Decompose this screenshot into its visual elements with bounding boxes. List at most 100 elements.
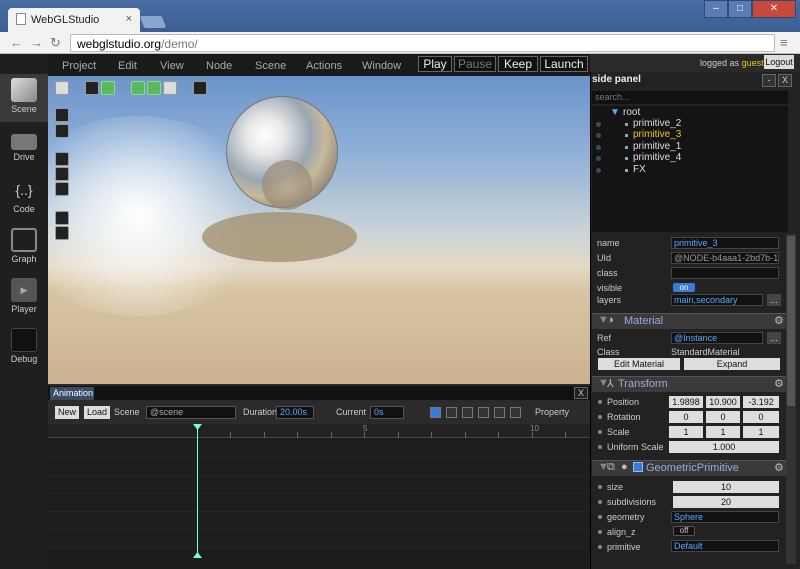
fullscreen-icon[interactable] xyxy=(193,81,207,95)
wrench-icon[interactable] xyxy=(55,211,69,225)
visibility-dot[interactable] xyxy=(596,133,601,138)
visibility-dot[interactable] xyxy=(596,122,601,127)
timeline-track[interactable] xyxy=(48,458,590,476)
name-field[interactable]: primitive_3 xyxy=(671,237,779,249)
size-field[interactable]: 10 xyxy=(673,481,779,493)
new-tab-button[interactable] xyxy=(139,16,167,28)
rotate-icon[interactable] xyxy=(55,167,69,181)
scale-z-field[interactable]: 1 xyxy=(743,426,779,438)
menu-node[interactable]: Node xyxy=(206,60,232,72)
scale-icon[interactable] xyxy=(55,182,69,196)
menu-project[interactable]: Project xyxy=(62,60,96,72)
uid-field[interactable]: @NODE-b4aaa1-2bd7b-1a xyxy=(671,252,779,264)
debug-tab[interactable]: Debug xyxy=(0,324,48,372)
uniform-scale-field[interactable]: 1.000 xyxy=(669,441,779,453)
transform-icon[interactable] xyxy=(55,124,69,138)
timeline-cursor[interactable] xyxy=(197,424,198,558)
menu-icon[interactable]: ≡ xyxy=(780,35,788,50)
frame-tool-icon[interactable] xyxy=(131,81,145,95)
copy-icon[interactable]: ⧉ xyxy=(607,461,615,474)
menu-edit[interactable]: Edit xyxy=(118,60,137,72)
gear-icon[interactable]: ⚙ xyxy=(774,461,784,474)
edit-material-button[interactable]: Edit Material xyxy=(598,358,680,370)
timeline-track[interactable] xyxy=(48,494,590,512)
tree-node-primitive-3[interactable]: primitive_3 xyxy=(633,129,681,140)
layers-field[interactable]: main,secondary xyxy=(671,294,763,306)
menu-actions[interactable]: Actions xyxy=(306,60,342,72)
timeline-track[interactable] xyxy=(48,476,590,494)
close-tab-icon[interactable]: × xyxy=(126,13,132,25)
camera-icon[interactable] xyxy=(55,108,69,122)
menu-window[interactable]: Window xyxy=(362,60,401,72)
forward-icon[interactable] xyxy=(510,407,521,418)
menu-view[interactable]: View xyxy=(160,60,184,72)
rotation-y-field[interactable]: 0 xyxy=(706,411,740,423)
scene-viewport[interactable] xyxy=(48,76,590,384)
visibility-dot[interactable] xyxy=(596,145,601,150)
address-bar[interactable]: webglstudio.org/demo/ xyxy=(70,34,775,52)
inspector-scrollbar-thumb[interactable] xyxy=(787,236,795,406)
zoom-in-icon[interactable] xyxy=(462,407,473,418)
play-anim-icon[interactable] xyxy=(446,407,457,418)
tree-node-primitive-4[interactable]: primitive_4 xyxy=(633,152,681,163)
load-animation-button[interactable]: Load xyxy=(84,406,111,419)
enabled-toggle-icon[interactable]: ● xyxy=(621,461,628,473)
layers-more-button[interactable]: ... xyxy=(767,294,781,306)
expand-button[interactable]: Expand xyxy=(684,358,780,370)
animation-tab[interactable]: Animation xyxy=(50,387,94,400)
primitive-select[interactable]: Default xyxy=(671,540,779,552)
geometry-select[interactable]: Sphere xyxy=(671,511,779,523)
tree-expand-icon[interactable]: ▼ xyxy=(610,107,620,118)
current-time-field[interactable]: 0s xyxy=(370,406,404,419)
timeline-track[interactable] xyxy=(48,440,590,458)
side-panel-close-button[interactable]: X xyxy=(778,74,792,87)
light-tool-icon[interactable] xyxy=(147,81,161,95)
scene-search-input[interactable]: search... xyxy=(592,91,788,104)
play-button[interactable]: Play xyxy=(418,56,452,72)
hierarchy-icon[interactable] xyxy=(55,152,69,166)
launch-button[interactable]: Launch xyxy=(540,56,588,72)
class-field[interactable] xyxy=(671,267,779,279)
subdivisions-field[interactable]: 20 xyxy=(673,496,779,508)
select-tool-icon[interactable] xyxy=(55,81,69,95)
tree-node-root[interactable]: root xyxy=(623,107,640,118)
scale-y-field[interactable]: 1 xyxy=(706,426,740,438)
timeline-track[interactable] xyxy=(48,530,590,548)
move-tool-icon[interactable] xyxy=(101,81,115,95)
minimize-window-button[interactable]: – xyxy=(704,0,728,18)
document-icon[interactable] xyxy=(55,226,69,240)
rotation-z-field[interactable]: 0 xyxy=(743,411,779,423)
tree-node-primitive-1[interactable]: primitive_1 xyxy=(633,141,681,152)
keep-button[interactable]: Keep xyxy=(498,56,538,72)
side-panel-minimize-button[interactable]: - xyxy=(762,74,776,87)
animation-close-button[interactable]: X xyxy=(574,387,588,399)
pause-button[interactable]: Pause xyxy=(454,56,496,72)
gear-icon[interactable]: ⚙ xyxy=(774,314,784,327)
ref-field[interactable]: @Instance xyxy=(671,332,763,344)
gear-icon[interactable]: ⚙ xyxy=(774,377,784,390)
eye-icon[interactable] xyxy=(430,407,441,418)
position-x-field[interactable]: 1.9898 xyxy=(669,396,703,408)
player-tab[interactable]: ▶ Player xyxy=(0,274,48,322)
new-animation-button[interactable]: New xyxy=(55,406,80,419)
grid-tool-icon[interactable] xyxy=(163,81,177,95)
drive-tab[interactable]: Drive xyxy=(0,124,48,172)
position-z-field[interactable]: -3.192 xyxy=(743,396,779,408)
visibility-dot[interactable] xyxy=(596,168,601,173)
scene-tab[interactable]: Scene xyxy=(0,74,48,122)
visibility-dot[interactable] xyxy=(596,156,601,161)
animation-scene-field[interactable]: @scene xyxy=(146,406,236,419)
align-z-toggle[interactable]: off xyxy=(673,526,695,536)
position-y-field[interactable]: 10.900 xyxy=(706,396,740,408)
maximize-window-button[interactable]: □ xyxy=(728,0,752,18)
close-window-button[interactable]: ✕ xyxy=(752,0,796,18)
ref-more-button[interactable]: ... xyxy=(767,332,781,344)
browser-tab[interactable]: WebGLStudio × xyxy=(8,8,140,32)
timeline-track[interactable] xyxy=(48,512,590,530)
scene-animation-button[interactable]: Scene xyxy=(111,406,143,419)
tree-node-fx[interactable]: FX xyxy=(633,164,646,175)
tree-node-primitive-2[interactable]: primitive_2 xyxy=(633,118,681,129)
visible-toggle[interactable]: on xyxy=(673,283,695,292)
scale-x-field[interactable]: 1 xyxy=(669,426,703,438)
back-icon[interactable]: ← xyxy=(10,35,23,50)
